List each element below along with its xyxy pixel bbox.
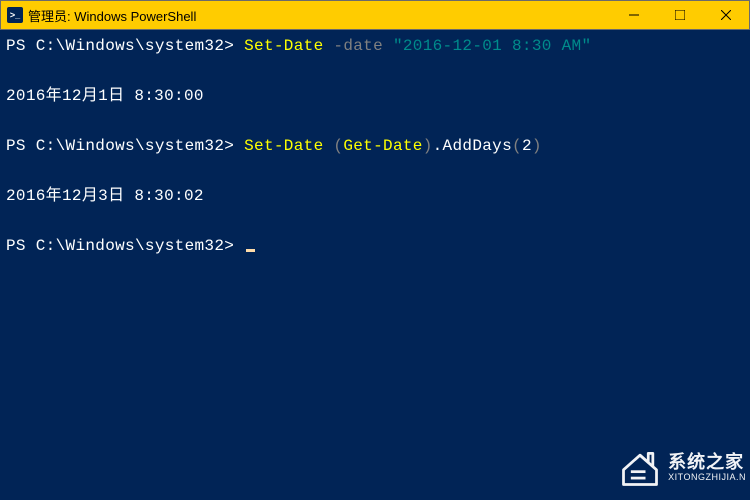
paren-open: ( — [333, 137, 343, 155]
blank-line — [6, 60, 744, 84]
titlebar: >_ 管理员: Windows PowerShell — [0, 0, 750, 30]
close-icon — [721, 10, 731, 20]
minimize-icon — [629, 10, 639, 20]
powershell-icon: >_ — [7, 7, 23, 23]
maximize-icon — [675, 10, 685, 20]
terminal-body[interactable]: PS C:\Windows\system32> Set-Date -date "… — [0, 30, 750, 264]
blank-line — [6, 210, 744, 234]
maximize-button[interactable] — [657, 1, 703, 29]
paren-close: ) — [423, 137, 433, 155]
cmdlet: Get-Date — [343, 137, 422, 155]
method-call: .AddDays — [433, 137, 512, 155]
watermark: 系统之家 XITONGZHIJIA.N — [618, 446, 746, 490]
command-line-2: PS C:\Windows\system32> Set-Date (Get-Da… — [6, 134, 744, 158]
window-controls — [611, 1, 749, 29]
watermark-url: XITONGZHIJIA.N — [668, 473, 746, 483]
blank-line — [6, 110, 744, 134]
prompt: PS C:\Windows\system32> — [6, 137, 244, 155]
string-literal: "2016-12-01 8:30 AM" — [393, 37, 591, 55]
arg: 2 — [522, 137, 532, 155]
minimize-button[interactable] — [611, 1, 657, 29]
paren-close: ) — [532, 137, 542, 155]
cursor-icon — [246, 249, 255, 252]
prompt: PS C:\Windows\system32> — [6, 237, 244, 255]
cmdlet: Set-Date — [244, 37, 323, 55]
space — [324, 137, 334, 155]
watermark-title: 系统之家 — [668, 453, 746, 473]
output-line-2: 2016年12月3日 8:30:02 — [6, 184, 744, 208]
cmdlet: Set-Date — [244, 137, 323, 155]
close-button[interactable] — [703, 1, 749, 29]
prompt-line-current: PS C:\Windows\system32> — [6, 234, 744, 258]
house-icon — [618, 446, 662, 490]
command-line-1: PS C:\Windows\system32> Set-Date -date "… — [6, 34, 744, 58]
paren-open: ( — [512, 137, 522, 155]
title-left: >_ 管理员: Windows PowerShell — [7, 6, 196, 25]
blank-line — [6, 160, 744, 184]
watermark-text: 系统之家 XITONGZHIJIA.N — [668, 453, 746, 483]
output-line-1: 2016年12月1日 8:30:00 — [6, 84, 744, 108]
window-title: 管理员: Windows PowerShell — [28, 6, 196, 25]
prompt: PS C:\Windows\system32> — [6, 37, 244, 55]
parameter: -date — [324, 37, 393, 55]
